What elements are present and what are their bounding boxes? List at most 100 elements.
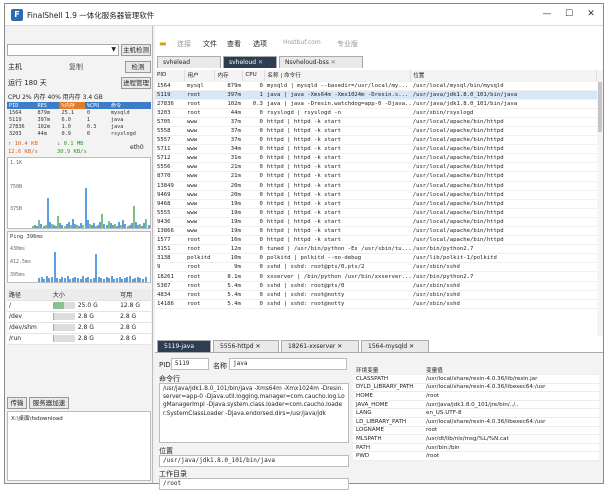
session-tab-3[interactable]: Nsvheloud-bss ✕ [279, 56, 363, 68]
table-row[interactable]: 8770 www 21m 0 httpd | httpd -k start/usr/lo… [155, 171, 597, 182]
download-path[interactable]: X:\桌面\fsdownload [11, 414, 63, 422]
menu-file[interactable]: 文件 [203, 39, 217, 49]
menu-view[interactable]: 查看 [227, 39, 241, 49]
col-user[interactable]: 用户 [184, 70, 216, 82]
name-field[interactable]: java [229, 358, 347, 370]
process-row[interactable]: 27836 102m 1.0 0.3 java [7, 123, 151, 130]
process-row[interactable]: 3203 44m 0.9 0 rsyslogd [7, 130, 151, 137]
minimize-button[interactable]: — [537, 6, 557, 22]
table-row[interactable]: 3138 polkitd 10m 0 polkitd | polkitd --no-de… [155, 253, 597, 264]
table-cell: 3151 [155, 244, 185, 255]
table-row[interactable]: 3151 root 12m 0 tuned | /usr/bin/python -Es … [155, 244, 597, 255]
table-row[interactable]: 5557 www 37m 0 httpd | httpd -k start/usr/lo… [155, 135, 597, 146]
table-row[interactable]: 4834 root 5.4m 0 sshd | sshd: root@notty/usr… [155, 290, 597, 300]
col-cmd[interactable]: 命令 [108, 102, 151, 109]
table-row[interactable]: 9468 www 19m 0 httpd | httpd -k start/usr/lo… [155, 199, 597, 209]
env-row[interactable]: MLSPATH/usr/dt/lib/nls/msg/%L/%N.cat [353, 434, 599, 444]
disk-row[interactable]: /dev 2.8 G 2.8 G [7, 311, 151, 323]
host-select[interactable]: ▼ [7, 44, 119, 56]
env-row[interactable]: PATH/usr/bin:/bin [353, 443, 599, 453]
table-row[interactable]: 14186 root 5.4m 0 sshd | sshd: root@notty/us… [155, 299, 597, 309]
table-row[interactable]: 5387 root 5.4m 0 sshd | sshd: root@pts/0/usr… [155, 281, 597, 291]
env-row[interactable]: LANG en_US.UTF-8 [353, 408, 599, 419]
env-row[interactable]: HOME/root [353, 391, 599, 401]
detail-tab-httpd[interactable]: 5556-httpd ✕ [213, 340, 279, 352]
table-row[interactable]: 1577 root 16m 0 httpd | httpd -k start/usr/l… [155, 235, 597, 246]
table-cell: 0 [242, 281, 265, 291]
col-cmdline[interactable]: 名称 | 命令行 [264, 70, 412, 82]
table-row[interactable]: 9469 www 20m 0 httpd | httpd -k start/usr/lo… [155, 190, 597, 200]
disk-col-size[interactable]: 大小 [50, 289, 119, 301]
table-row[interactable]: 5711 www 34m 0 httpd | httpd -k start/usr/lo… [155, 144, 597, 155]
table-row[interactable]: 27836 root 102m 0.3 java | java -Dresin.watc… [155, 99, 597, 109]
env-row[interactable]: PWD/root [353, 451, 599, 462]
col-location[interactable]: 位置 [410, 70, 597, 82]
maximize-button[interactable]: ☐ [559, 6, 579, 22]
pid-field[interactable]: 5119 [171, 358, 209, 370]
menu-connect[interactable]: 连接 [177, 39, 191, 49]
table-row[interactable]: 9436 www 19m 0 httpd | httpd -k start/usr/lo… [155, 217, 597, 228]
check-button[interactable]: 检测 [125, 61, 151, 73]
close-tab-icon[interactable]: ✕ [255, 343, 260, 350]
table-row[interactable]: 18261 root 8.1m 0 xxserver | /bin/python /us… [155, 271, 597, 282]
table-row[interactable]: 13866 www 19m 0 httpd | httpd -k start/usr/l… [155, 226, 597, 237]
table-row[interactable]: 5712 www 31m 0 httpd | httpd -k start/usr/lo… [155, 153, 597, 164]
server-accel-tab[interactable]: 服务器加速 [29, 397, 69, 409]
close-button[interactable]: ✕ [581, 6, 601, 22]
env-row[interactable]: CLASSPATH/usr/local/share/resin-4.0.36/l… [353, 374, 599, 384]
session-tab-2[interactable]: svheloud ✕ [223, 56, 277, 68]
iface-select[interactable]: eth0 [130, 144, 144, 151]
col-res[interactable]: RES [35, 102, 60, 109]
process-row[interactable]: 1564 879m 25.1 0 mysqld [7, 109, 151, 116]
env-row[interactable]: DYLD_LIBRARY_PATH/usr/local/share/resin-… [353, 383, 599, 393]
detail-tab-java[interactable]: 5119-java [157, 340, 211, 352]
table-cell: 9436 [155, 217, 185, 228]
disk-row[interactable]: / 25.0 G 12.8 G [7, 300, 151, 312]
col-mem[interactable]: 内存 [214, 70, 244, 82]
disk-row[interactable]: /dev/shm 2.8 G 2.8 G [7, 322, 151, 334]
close-tab-icon[interactable]: ✕ [331, 59, 336, 66]
disk-usage-bar [52, 324, 75, 331]
copy-link[interactable]: 复制 [69, 62, 83, 72]
table-row[interactable]: 1564 mysql 879m 0 mysqld | mysqld --basedir=… [155, 81, 597, 91]
col-pid[interactable]: PID [155, 70, 186, 82]
folder-icon[interactable]: ▬ [159, 39, 167, 48]
brand-link[interactable]: Hostbuf.com [283, 39, 321, 46]
process-table-scrollbar[interactable] [597, 70, 603, 336]
session-tab-1[interactable]: svhelead [157, 56, 221, 68]
disk-col-path[interactable]: 路径 [7, 289, 51, 301]
pro-link[interactable]: 专业版 [337, 39, 358, 49]
detail-tab-xxserver[interactable]: 18261-xxserver ✕ [281, 340, 359, 352]
transfer-tab[interactable]: 传输 [7, 397, 27, 409]
table-row[interactable]: 5558 www 37m 0 httpd | httpd -k start/usr/lo… [155, 126, 597, 137]
workdir-field[interactable]: /root [159, 478, 349, 490]
process-manager-button[interactable]: 进程管理 [121, 77, 151, 89]
close-tab-icon[interactable]: ✕ [258, 59, 263, 66]
close-tab-icon[interactable]: ✕ [337, 343, 342, 350]
detail-tab-mysqld[interactable]: 1564-mysqld ✕ [361, 340, 429, 352]
disk-row[interactable]: /run 2.8 G 2.8 G [7, 333, 151, 345]
env-row[interactable]: LD_LIBRARY_PATH/usr/local/share/resin-4.… [353, 417, 599, 427]
location-field[interactable]: /usr/java/jdk1.8.0_101/bin/java [159, 455, 349, 467]
table-row[interactable]: 5119 root 397m 1 java | java -Xms64m -Xmx102… [155, 90, 597, 100]
table-row[interactable]: 9 root 9m 0 sshd | sshd: root@pts/0,pts/2/us… [155, 262, 597, 273]
cmdline-field[interactable]: /usr/java/jdk1.8.0_101/bin/java -Xms64m … [159, 383, 349, 443]
process-row[interactable]: 5119 397m 6.0 1 java [7, 116, 151, 123]
col-cpu[interactable]: CPU [242, 70, 266, 82]
table-row[interactable]: 5556 www 21m 0 httpd | httpd -k start/usr/lo… [155, 162, 597, 173]
table-row[interactable]: 5705 www 37m 0 httpd | httpd -k start/usr/lo… [155, 117, 597, 127]
table-row[interactable]: 5555 www 19m 0 httpd | httpd -k start/usr/lo… [155, 208, 597, 218]
col-mem[interactable]: %内存 [59, 102, 85, 109]
close-tab-icon[interactable]: ✕ [409, 343, 414, 350]
env-row[interactable]: LOGNAME root [353, 426, 599, 436]
col-cpu[interactable]: %CPU [84, 102, 109, 109]
env-col-value[interactable]: 变量值 [423, 366, 599, 376]
env-col-name[interactable]: 环境变量 [353, 366, 423, 376]
table-row[interactable]: 13849 www 20m 0 httpd | httpd -k start/usr/l… [155, 181, 597, 191]
host-check-button[interactable]: 主机检测 [121, 44, 151, 56]
disk-col-avail[interactable]: 可用 [118, 289, 151, 301]
col-pid[interactable]: PID [7, 102, 36, 109]
menu-options[interactable]: 选项 [253, 39, 267, 49]
table-row[interactable]: 3203 root 44m 0 rsyslogd | rsyslogd -n/usr/s… [155, 108, 597, 118]
env-row[interactable]: JAVA_HOME/usr/java/jdk1.8.0_101/jre/bin/… [353, 400, 599, 410]
